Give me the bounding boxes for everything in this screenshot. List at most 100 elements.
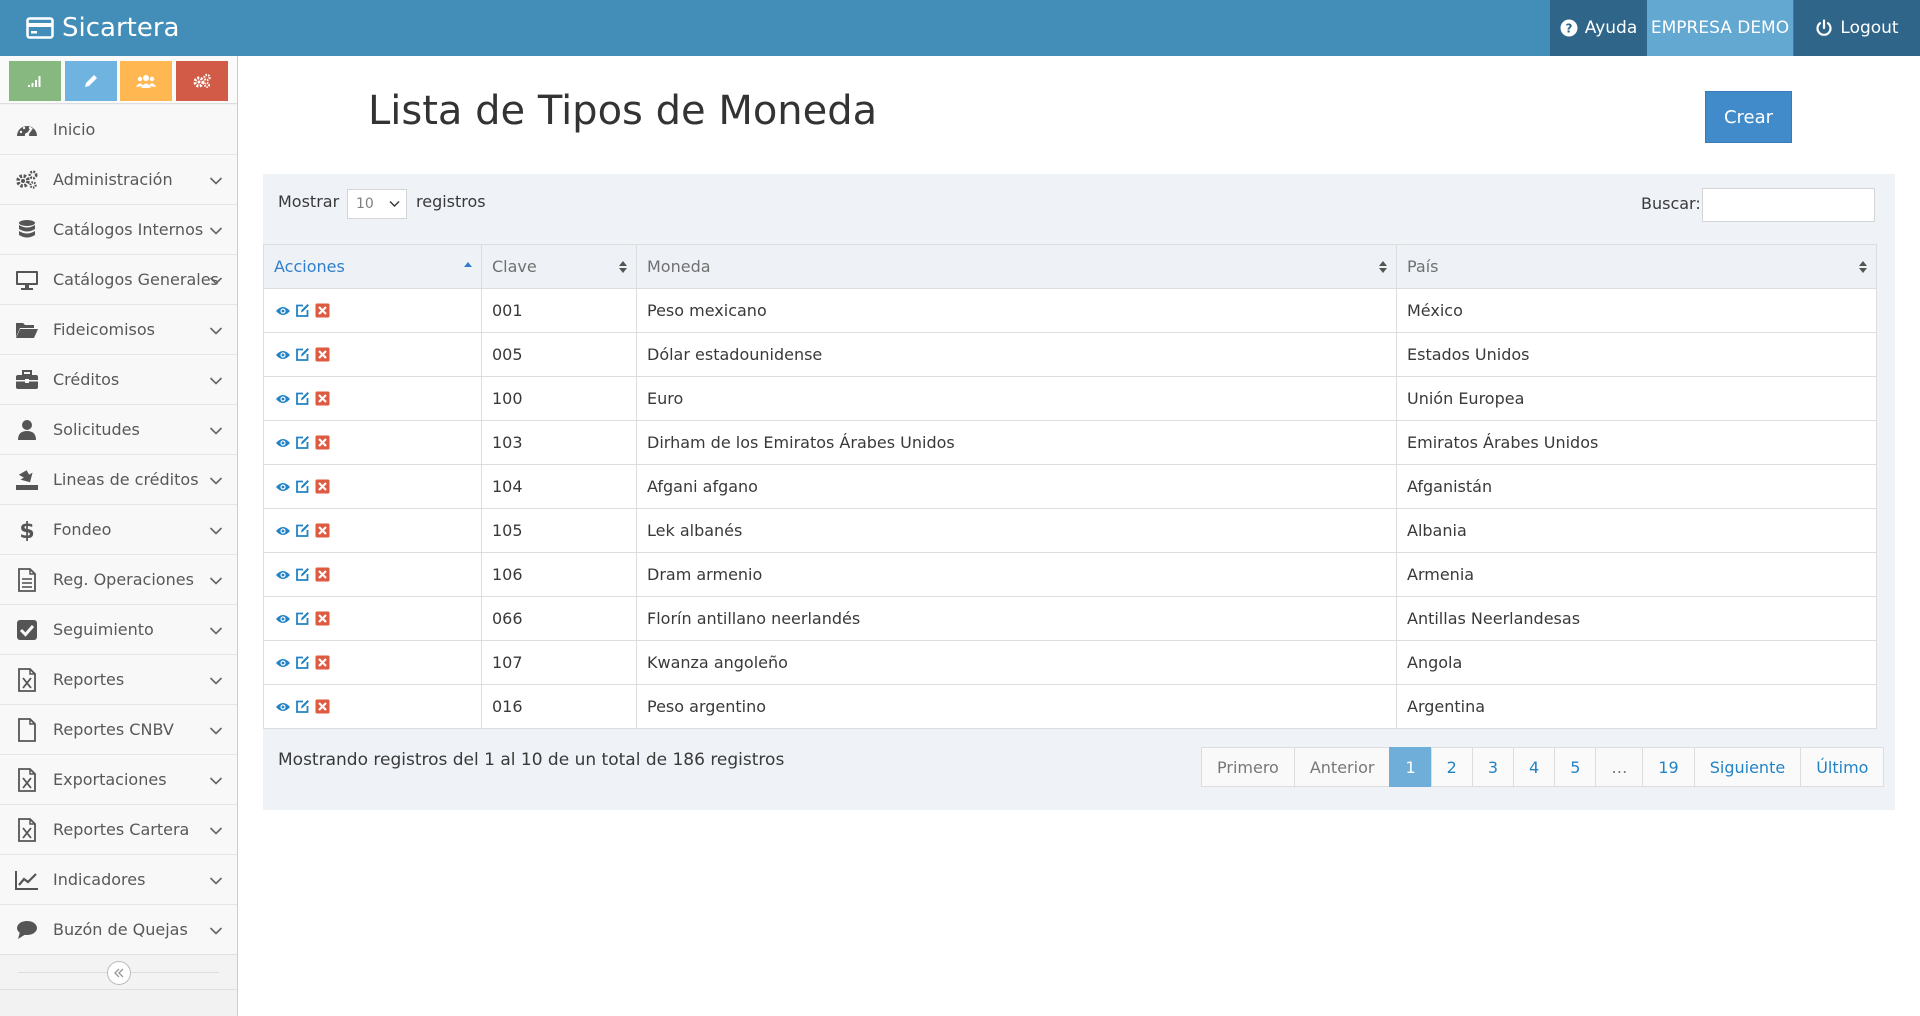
shortcut-signal-button[interactable] [9, 61, 61, 101]
delete-icon[interactable] [314, 654, 331, 671]
view-icon[interactable] [274, 346, 291, 363]
actions-cell [263, 684, 482, 729]
download-tray-icon [14, 467, 40, 493]
sidebar-item-label: Solicitudes [53, 420, 140, 439]
pais-cell: Argentina [1396, 684, 1877, 729]
sidebar-item-solicitudes[interactable]: Solicitudes [0, 405, 237, 455]
edit-icon[interactable] [294, 478, 311, 495]
delete-icon[interactable] [314, 390, 331, 407]
table-row: 016 Peso argentino Argentina [263, 684, 1877, 729]
edit-icon[interactable] [294, 566, 311, 583]
logout-label: Logout [1840, 18, 1899, 38]
pagination-page-2[interactable]: 2 [1430, 747, 1473, 787]
sidebar-item-catalogos-internos[interactable]: Catálogos Internos [0, 205, 237, 255]
sidebar-item-fondeo[interactable]: $ Fondeo [0, 505, 237, 555]
logout-button[interactable]: Logout [1793, 0, 1920, 56]
edit-icon[interactable] [294, 522, 311, 539]
delete-icon[interactable] [314, 566, 331, 583]
delete-icon[interactable] [314, 610, 331, 627]
pagination-page-1[interactable]: 1 [1389, 747, 1432, 787]
create-button[interactable]: Crear [1705, 91, 1792, 143]
edit-icon[interactable] [294, 346, 311, 363]
page-title: Lista de Tipos de Moneda [368, 88, 878, 134]
moneda-cell: Afgani afgano [636, 464, 1397, 509]
help-label: Ayuda [1584, 18, 1638, 38]
column-header-moneda[interactable]: Moneda [636, 244, 1397, 289]
sidebar-item-creditos[interactable]: Créditos [0, 355, 237, 405]
view-icon[interactable] [274, 302, 291, 319]
moneda-cell: Lek albanés [636, 508, 1397, 553]
view-icon[interactable] [274, 390, 291, 407]
delete-icon[interactable] [314, 346, 331, 363]
delete-icon[interactable] [314, 302, 331, 319]
shortcut-cogs-button[interactable] [176, 61, 228, 101]
pagination-page-3[interactable]: 3 [1471, 747, 1514, 787]
delete-icon[interactable] [314, 434, 331, 451]
column-header-pais[interactable]: País [1396, 244, 1877, 289]
edit-icon[interactable] [294, 390, 311, 407]
delete-icon[interactable] [314, 522, 331, 539]
chevron-down-icon [389, 201, 400, 207]
pagination-next-button[interactable]: Siguiente [1693, 747, 1802, 787]
user-icon [14, 417, 40, 443]
shortcut-users-button[interactable] [120, 61, 172, 101]
pagination-page-5[interactable]: 5 [1554, 747, 1597, 787]
view-icon[interactable] [274, 522, 291, 539]
view-icon[interactable] [274, 654, 291, 671]
moneda-cell: Dólar estadounidense [636, 332, 1397, 377]
sidebar-item-reg-operaciones[interactable]: Reg. Operaciones [0, 555, 237, 605]
moneda-cell: Kwanza angoleño [636, 640, 1397, 685]
edit-icon[interactable] [294, 698, 311, 715]
sidebar-item-reportes-cnbv[interactable]: Reportes CNBV [0, 705, 237, 755]
edit-icon[interactable] [294, 302, 311, 319]
page-size-select[interactable]: 10 [347, 189, 407, 219]
sidebar-item-buzon-de-quejas[interactable]: Buzón de Quejas [0, 905, 237, 955]
view-icon[interactable] [274, 434, 291, 451]
credit-card-icon [26, 17, 54, 39]
sidebar-item-lineas-de-creditos[interactable]: Lineas de créditos [0, 455, 237, 505]
edit-icon[interactable] [294, 654, 311, 671]
table-info-text: Mostrando registros del 1 al 10 de un to… [278, 750, 785, 770]
sidebar-item-inicio[interactable]: Inicio [0, 105, 237, 155]
pagination-page-4[interactable]: 4 [1513, 747, 1556, 787]
currency-table: Acciones Clave Moneda País 001 Peso mexi… [263, 244, 1877, 729]
view-icon[interactable] [274, 478, 291, 495]
pagination-last-button[interactable]: Último [1800, 747, 1885, 787]
view-icon[interactable] [274, 610, 291, 627]
sidebar-item-seguimiento[interactable]: Seguimiento [0, 605, 237, 655]
table-row: 105 Lek albanés Albania [263, 508, 1877, 553]
edit-icon[interactable] [294, 610, 311, 627]
cogs-icon [14, 167, 40, 193]
sidebar-item-indicadores[interactable]: Indicadores [0, 855, 237, 905]
view-icon[interactable] [274, 698, 291, 715]
chevron-down-icon [209, 926, 223, 935]
chevron-down-icon [209, 876, 223, 885]
delete-icon[interactable] [314, 698, 331, 715]
column-header-acciones[interactable]: Acciones [263, 244, 482, 289]
pagination-page-19[interactable]: 19 [1642, 747, 1695, 787]
company-selector[interactable]: EMPRESA DEMO [1647, 0, 1793, 56]
actions-cell [263, 640, 482, 685]
svg-text:?: ? [1565, 22, 1572, 36]
column-header-clave[interactable]: Clave [481, 244, 637, 289]
brand[interactable]: Sicartera [26, 0, 179, 56]
sidebar-item-administracion[interactable]: Administración [0, 155, 237, 205]
sidebar-item-label: Reportes [53, 670, 125, 689]
search-label: Buscar: [1641, 194, 1701, 213]
check-square-icon [14, 617, 40, 643]
clave-cell: 100 [481, 376, 637, 421]
help-link[interactable]: ? Ayuda [1550, 0, 1647, 56]
sidebar-collapse-button[interactable] [107, 961, 131, 985]
sidebar-item-exportaciones[interactable]: Exportaciones [0, 755, 237, 805]
sidebar-item-reportes[interactable]: Reportes [0, 655, 237, 705]
sidebar-item-catalogos-generales[interactable]: Catálogos Generales [0, 255, 237, 305]
search-input[interactable] [1702, 188, 1875, 222]
sidebar-item-reportes-cartera[interactable]: Reportes Cartera [0, 805, 237, 855]
delete-icon[interactable] [314, 478, 331, 495]
sidebar-item-fideicomisos[interactable]: Fideicomisos [0, 305, 237, 355]
view-icon[interactable] [274, 566, 291, 583]
edit-icon[interactable] [294, 434, 311, 451]
chevron-down-icon [209, 826, 223, 835]
sort-icon [1379, 261, 1387, 273]
shortcut-pencil-button[interactable] [65, 61, 117, 101]
